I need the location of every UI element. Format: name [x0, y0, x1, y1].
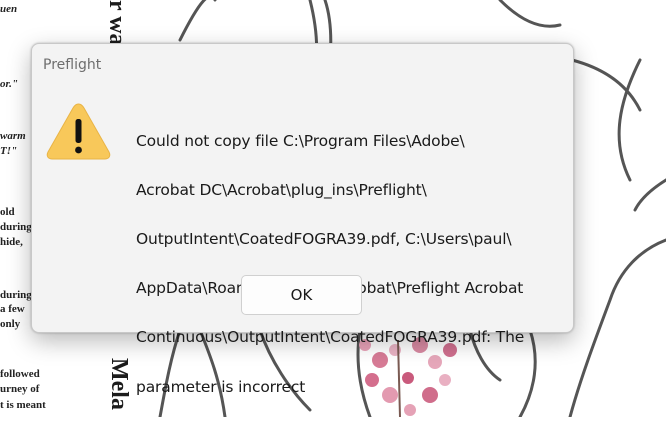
bg-vertical-title-top: r wa — [104, 0, 130, 46]
bg-text: hide, — [0, 236, 23, 248]
message-line: parameter is incorrect — [136, 377, 306, 396]
error-message: Could not copy file C:\Program Files\Ado… — [136, 104, 566, 424]
bg-text: t is meant — [0, 399, 46, 411]
bg-text: T!" — [0, 145, 18, 157]
dialog-title: Preflight — [43, 57, 102, 73]
preflight-error-dialog: Preflight Could not copy file C:\Program… — [31, 43, 574, 396]
warning-icon — [46, 103, 111, 160]
bg-text: only — [0, 318, 21, 330]
message-line: Continuous\OutputIntent\CoatedFOGRA39.pd… — [136, 328, 525, 347]
bg-text: or." — [0, 78, 19, 90]
message-line: Could not copy file C:\Program Files\Ado… — [136, 131, 465, 150]
bg-text: during — [0, 221, 32, 233]
message-line: OutputIntent\CoatedFOGRA39.pdf, C:\Users… — [136, 229, 512, 248]
bg-text: during — [0, 289, 32, 301]
bg-text: urney of — [0, 383, 40, 395]
bg-text: a few — [0, 303, 25, 315]
ok-button[interactable]: OK — [241, 275, 362, 315]
bg-text: old — [0, 206, 15, 218]
bg-text: followed — [0, 368, 40, 380]
bg-text: uen — [0, 3, 18, 15]
message-line: Acrobat DC\Acrobat\plug_ins\Preflight\ — [136, 180, 427, 199]
bg-vertical-title-bottom: Mela — [106, 358, 132, 410]
bg-text: warm — [0, 130, 26, 142]
